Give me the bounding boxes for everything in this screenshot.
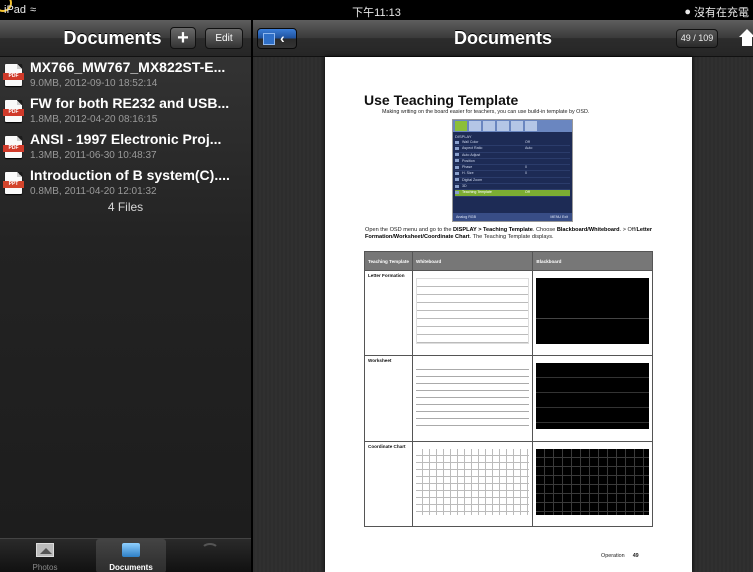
pdf-file-icon: PDF: [3, 64, 24, 86]
file-name: MX766_MW767_MX822ST-E...: [30, 59, 226, 75]
osd-footer: Analog RGB MENU Exit: [453, 213, 572, 221]
file-item[interactable]: PDF ANSI - 1997 Electronic Proj... 1.3MB…: [0, 129, 251, 165]
table-header: Blackboard: [532, 251, 653, 271]
row-label: Letter Formation: [364, 269, 413, 357]
table-header: Whiteboard: [411, 251, 534, 271]
file-meta: 1.3MB, 2011-06-30 10:48:37: [30, 150, 157, 161]
clock: 下午11:13: [352, 7, 401, 19]
documents-sidebar: Documents + Edit PDF MX766_MW767_MX822ST…: [0, 20, 253, 572]
table-header-row: Teaching Template Whiteboard Blackboard: [364, 251, 653, 271]
file-type-badge: PDF: [3, 73, 24, 80]
status-bar: iPad ≈ 下午11:13 ● 沒有在充電: [0, 0, 753, 20]
tab-wifi[interactable]: [175, 539, 245, 572]
wifi-icon: [201, 543, 219, 557]
photos-icon: [36, 543, 54, 557]
blackboard-letter-image: [536, 278, 649, 344]
file-type-badge: PDF: [3, 109, 24, 116]
table-row: Letter Formation: [364, 269, 653, 357]
table-row: Worksheet: [364, 355, 653, 442]
sidebar-header: Documents + Edit: [0, 20, 251, 57]
table-row: Coordinate Chart: [364, 440, 653, 528]
battery-status: 沒有在充電: [694, 7, 749, 19]
osd-tabs: [453, 120, 572, 132]
edit-button[interactable]: Edit: [205, 28, 243, 49]
add-button[interactable]: +: [170, 27, 196, 49]
folder-icon: [122, 543, 140, 557]
page-indicator-button[interactable]: 49 / 109: [676, 29, 718, 48]
page-intro: Making writing on the board easier for t…: [382, 109, 590, 115]
file-name: FW for both RE232 and USB...: [30, 95, 230, 111]
file-name: ANSI - 1997 Electronic Proj...: [30, 131, 222, 147]
page-description: Open the OSD menu and go to the DISPLAY …: [365, 227, 652, 240]
pdf-canvas[interactable]: Use Teaching Template Making writing on …: [253, 57, 753, 572]
tab-bar: Photos Documents: [0, 538, 251, 572]
files-count: 4 Files: [107, 200, 144, 214]
file-list: PDF MX766_MW767_MX822ST-E... 9.0MB, 2012…: [0, 57, 251, 201]
table-header: Teaching Template: [364, 251, 413, 271]
whiteboard-letter-image: [416, 278, 530, 344]
ppt-file-icon: PPT: [3, 172, 24, 194]
file-meta: 9.0MB, 2012-09-10 18:52:14: [30, 78, 158, 89]
file-meta: 0.8MB, 2011-04-20 12:01:32: [30, 186, 157, 197]
osd-screenshot: DISPLAY Wall Color Off Aspect Ratio Auto A…: [452, 119, 573, 222]
page-footer: Operation 49: [601, 553, 639, 559]
pdf-page[interactable]: Use Teaching Template Making writing on …: [325, 57, 692, 572]
pdf-file-icon: PDF: [3, 100, 24, 122]
document-viewer: ‹ Documents 49 / 109 Use Teaching Templa…: [253, 20, 753, 572]
tab-photos[interactable]: Photos: [10, 539, 80, 572]
row-label: Coordinate Chart: [364, 440, 413, 528]
tab-label: Photos: [32, 563, 58, 572]
blackboard-worksheet-image: [536, 363, 649, 430]
rotation-lock-icon: ●: [684, 6, 691, 18]
file-type-badge: PPT: [3, 181, 24, 188]
pdf-file-icon: PDF: [3, 136, 24, 158]
template-table: Teaching Template Whiteboard Blackboard …: [364, 251, 653, 528]
row-label: Worksheet: [364, 355, 413, 442]
page-heading: Use Teaching Template: [364, 92, 519, 108]
blackboard-chart-image: [536, 448, 649, 515]
file-item[interactable]: PDF FW for both RE232 and USB... 1.8MB, …: [0, 93, 251, 129]
tab-documents[interactable]: Documents: [96, 539, 166, 572]
file-type-badge: PDF: [3, 145, 24, 152]
file-item[interactable]: PDF MX766_MW767_MX822ST-E... 9.0MB, 2012…: [0, 57, 251, 93]
osd-row-selected: Teaching Template Off: [455, 190, 570, 197]
home-button[interactable]: [739, 29, 753, 47]
file-name: Introduction of B system(C)....: [30, 167, 230, 183]
tab-label: Documents: [109, 563, 153, 572]
file-item[interactable]: PPT Introduction of B system(C).... 0.8M…: [0, 165, 251, 201]
whiteboard-chart-image: [416, 448, 530, 515]
osd-menu: Wall Color Off Aspect Ratio Auto Auto Adju…: [455, 140, 570, 197]
status-right: ● 沒有在充電: [684, 4, 749, 20]
osd-title: DISPLAY: [455, 134, 472, 139]
home-icon: [739, 29, 753, 37]
file-meta: 1.8MB, 2012-04-20 08:16:15: [30, 114, 158, 125]
viewer-header: ‹ Documents 49 / 109: [253, 20, 753, 57]
whiteboard-worksheet-image: [416, 363, 530, 430]
